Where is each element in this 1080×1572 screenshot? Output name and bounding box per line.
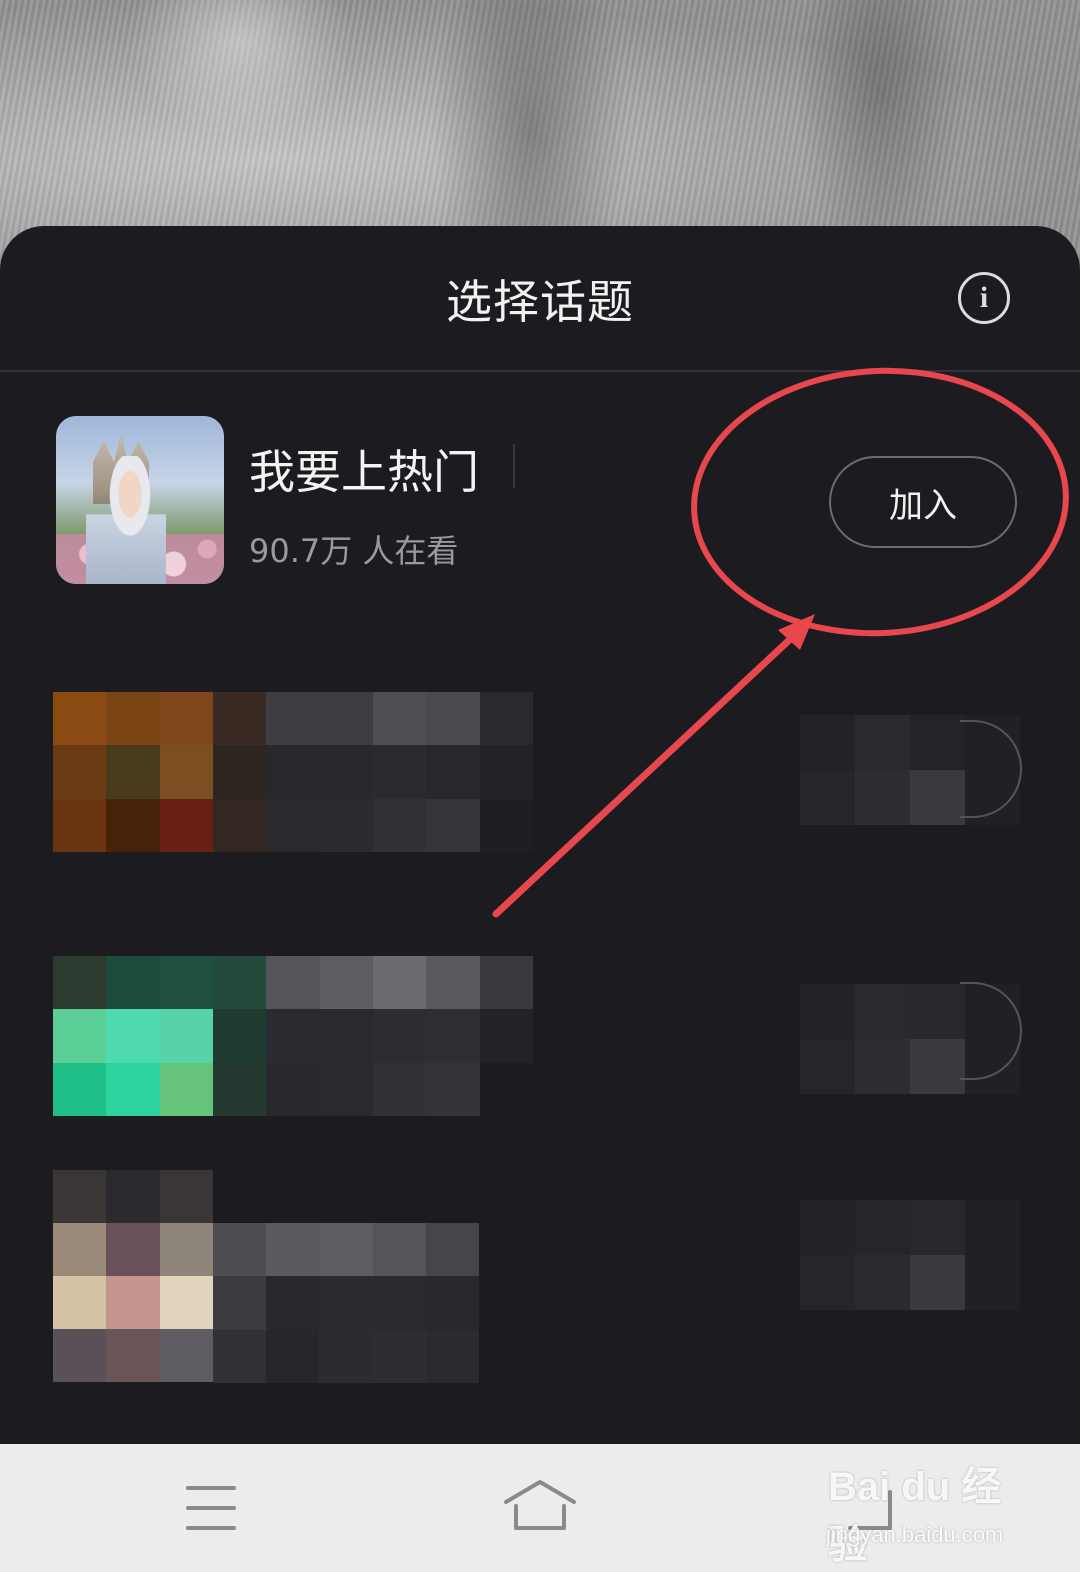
obscured-text [213,692,533,852]
watermark-url: jingyan.baidu.com [826,1522,1004,1547]
sheet-header: 选择话题 i [0,226,1080,370]
obscured-thumbnail [53,692,213,852]
topic-viewer-count: 90.7万 人在看 [249,532,459,570]
list-item-obscured[interactable] [0,660,1080,900]
obscured-thumbnail [53,1170,213,1382]
watermark-brand: Bai du 经验 [828,1465,1002,1567]
divider [0,370,1080,372]
obscured-text [213,1223,479,1383]
watermark: Bai du 经验 jingyan.baidu.com [820,1454,1030,1567]
list-item-obscured[interactable] [0,1170,1080,1410]
topic-selector-sheet: 选择话题 i 我要上热门 90.7万 人在看 加入 [0,226,1080,1444]
home-icon[interactable] [500,1472,580,1544]
obscured-text [213,956,533,1116]
obscured-thumbnail [53,956,213,1116]
text-caret [513,444,515,488]
topic-name: 我要上热门 [249,445,479,499]
info-icon[interactable]: i [958,272,1010,324]
list-item-obscured[interactable] [0,904,1080,1144]
page-title: 选择话题 [446,275,634,329]
topic-item[interactable]: 我要上热门 90.7万 人在看 加入 [0,416,1080,591]
join-button[interactable]: 加入 [829,456,1017,548]
obscured-button [800,1200,1020,1310]
topic-thumbnail [56,416,224,584]
menu-icon[interactable] [170,1472,250,1544]
